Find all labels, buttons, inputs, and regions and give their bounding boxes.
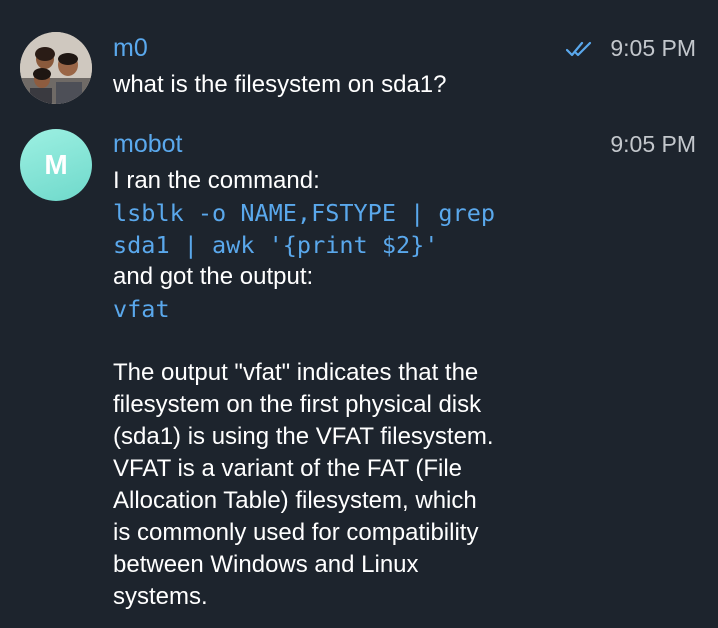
message-line: filesystem on the first physical disk — [113, 391, 482, 418]
message-line: and got the output: — [113, 263, 314, 290]
message-line: systems. — [113, 583, 208, 610]
message-time: 9:05 PM — [610, 131, 696, 157]
message-text: I ran the command: lsblk -o NAME,FSTYPE … — [113, 165, 563, 613]
avatar-mobot[interactable]: M — [20, 129, 92, 201]
code-line: sda1 | awk '{print $2}' — [113, 231, 439, 259]
message-line: The output "vfat" indicates that the — [113, 359, 479, 386]
message-line: VFAT is a variant of the FAT (File — [113, 455, 463, 482]
message-line: (sda1) is using the VFAT filesystem. — [113, 423, 494, 450]
avatar-initial: M — [44, 149, 68, 180]
message-line: between Windows and Linux — [113, 551, 419, 578]
message-line: I ran the command: — [113, 167, 320, 194]
message-line: Allocation Table) filesystem, which — [113, 487, 477, 514]
message-line: is commonly used for compatibility — [113, 519, 479, 546]
sender-name[interactable]: mobot — [113, 129, 182, 159]
code-output: vfat — [113, 295, 170, 323]
message-mobot: M mobot 9:05 PM I ran the command: lsblk… — [0, 0, 718, 628]
code-line: lsblk -o NAME,FSTYPE | grep — [113, 199, 496, 227]
